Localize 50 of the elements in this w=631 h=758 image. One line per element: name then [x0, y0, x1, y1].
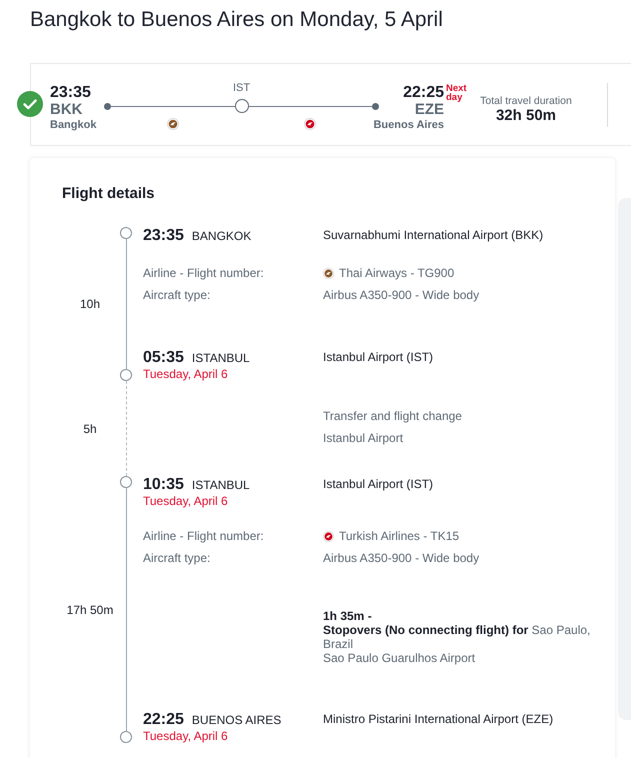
airport-name: Istanbul Airport (IST) [323, 476, 434, 492]
total-duration-label: Total travel duration [480, 94, 572, 108]
city-name: Bangkok [50, 118, 96, 132]
leg-duration: 5h [83, 420, 97, 436]
airport-code: EZE [414, 102, 444, 118]
total-duration: 32h 50m [496, 108, 556, 124]
arrival-time: 22:25 [403, 84, 444, 102]
timeline-stop-icon [120, 731, 132, 743]
city-name: ISTANBUL [192, 477, 250, 494]
section-title: Flight details [62, 184, 155, 204]
city-name: BANGKOK [192, 228, 252, 245]
transfer-info: Transfer and flight change [323, 408, 462, 424]
timeline-stop-icon [120, 227, 132, 239]
airline-flight-number: Turkish Airlines - TK15 [339, 528, 460, 544]
city-name: Buenos Aires [373, 118, 444, 132]
detail-label: Airline - Flight number: [143, 265, 264, 281]
event-date: Tuesday, April 6 [143, 729, 228, 743]
airport-name: Suvarnabhumi International Airport (BKK) [323, 227, 544, 243]
stop-code: IST [232, 82, 250, 94]
stopover-ring-icon [234, 99, 248, 113]
route-endpoint-icon [104, 102, 111, 110]
leg-duration: 17h 50m [66, 602, 114, 618]
airport-name: Ministro Pistarini International Airport (EZE) [323, 711, 554, 727]
aircraft-type: Airbus A350-900 - Wide body [323, 550, 480, 566]
aircraft-type: Airbus A350-900 - Wide body [323, 287, 480, 303]
event-time: 05:35 [143, 349, 184, 367]
next-day-note: Next day [446, 84, 468, 102]
leg-duration: 10h [80, 296, 100, 312]
stopover-description: Stopovers (No connecting flight) for Sao Paulo, Brazil [323, 623, 592, 651]
event-date: Tuesday, April 6 [143, 494, 228, 508]
airline-flight-number: Thai Airways - TG900 [339, 265, 454, 281]
route-endpoint-icon [372, 102, 379, 110]
event-time: 23:35 [143, 227, 184, 245]
timeline-stop-icon [120, 476, 132, 488]
timeline-stop-icon [120, 369, 132, 381]
event-time: 22:25 [143, 711, 184, 729]
stopover-duration: 1h 35m - [323, 609, 372, 623]
stopover-airport: Sao Paulo Guarulhos Airport [323, 651, 476, 665]
airport-code: BKK [50, 102, 82, 118]
city-name: BUENOS AIRES [192, 712, 282, 729]
departure-time: 23:35 [50, 84, 91, 102]
detail-label: Airline - Flight number: [143, 528, 264, 544]
city-name: ISTANBUL [192, 350, 250, 367]
transfer-info: Istanbul Airport [323, 430, 404, 446]
detail-label: Aircraft type: [143, 550, 210, 566]
page-title: Bangkok to Buenos Aires on Monday, 5 April [30, 7, 443, 33]
event-time: 10:35 [143, 476, 184, 494]
airport-name: Istanbul Airport (IST) [323, 349, 434, 365]
detail-label: Aircraft type: [143, 287, 210, 303]
event-date: Tuesday, April 6 [143, 367, 228, 381]
